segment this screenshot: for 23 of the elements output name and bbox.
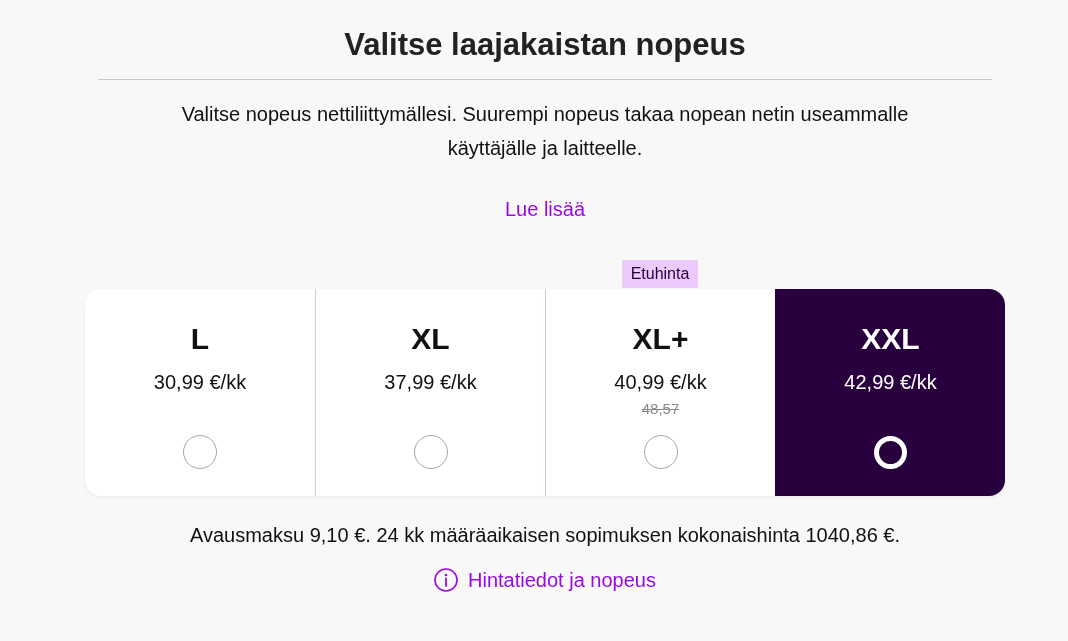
plan-option[interactable]: XL+ 40,99 €/kk 48,57 [545, 289, 775, 496]
info-icon [434, 568, 459, 592]
offer-label: Etuhinta [621, 260, 699, 288]
radio-button[interactable] [643, 435, 678, 469]
plan-price: 37,99 €/kk [384, 370, 477, 395]
plan-name: L [190, 321, 210, 357]
fee-note: Avausmaksu 9,10 €. 24 kk määräaikaisen sopimuksen kokonaishinta 1040,86 €. [189, 523, 901, 548]
plan-price: 30,99 €/kk [153, 370, 247, 395]
radio-button[interactable] [413, 435, 448, 469]
plan-price: 42,99 €/kk [844, 370, 937, 395]
intro-text: Valitse nopeus nettiliittymällesi. Suurempi nopeus takaa nopean netin useammalle käyttäjälle ja laitteelle. [180, 102, 910, 161]
page-heading: Valitse laajakaistan nopeus [344, 26, 746, 64]
old-price: 48,57 [641, 400, 680, 418]
plan-option[interactable]: XXL 42,99 €/kk [775, 289, 1005, 496]
radio-button[interactable] [183, 435, 217, 469]
plan-name: XXL [861, 321, 920, 357]
price-info-link[interactable]: Hintatiedot ja nopeus [434, 567, 656, 593]
plan-option[interactable]: XL 37,99 €/kk [315, 289, 545, 496]
plan-price: 40,99 €/kk [614, 370, 707, 395]
plan-name: XL+ [632, 321, 689, 357]
read-more-link[interactable]: Lue lisää [504, 196, 586, 222]
plan-option[interactable]: L 30,99 €/kk [85, 289, 315, 496]
plan-name: XL [411, 321, 450, 357]
